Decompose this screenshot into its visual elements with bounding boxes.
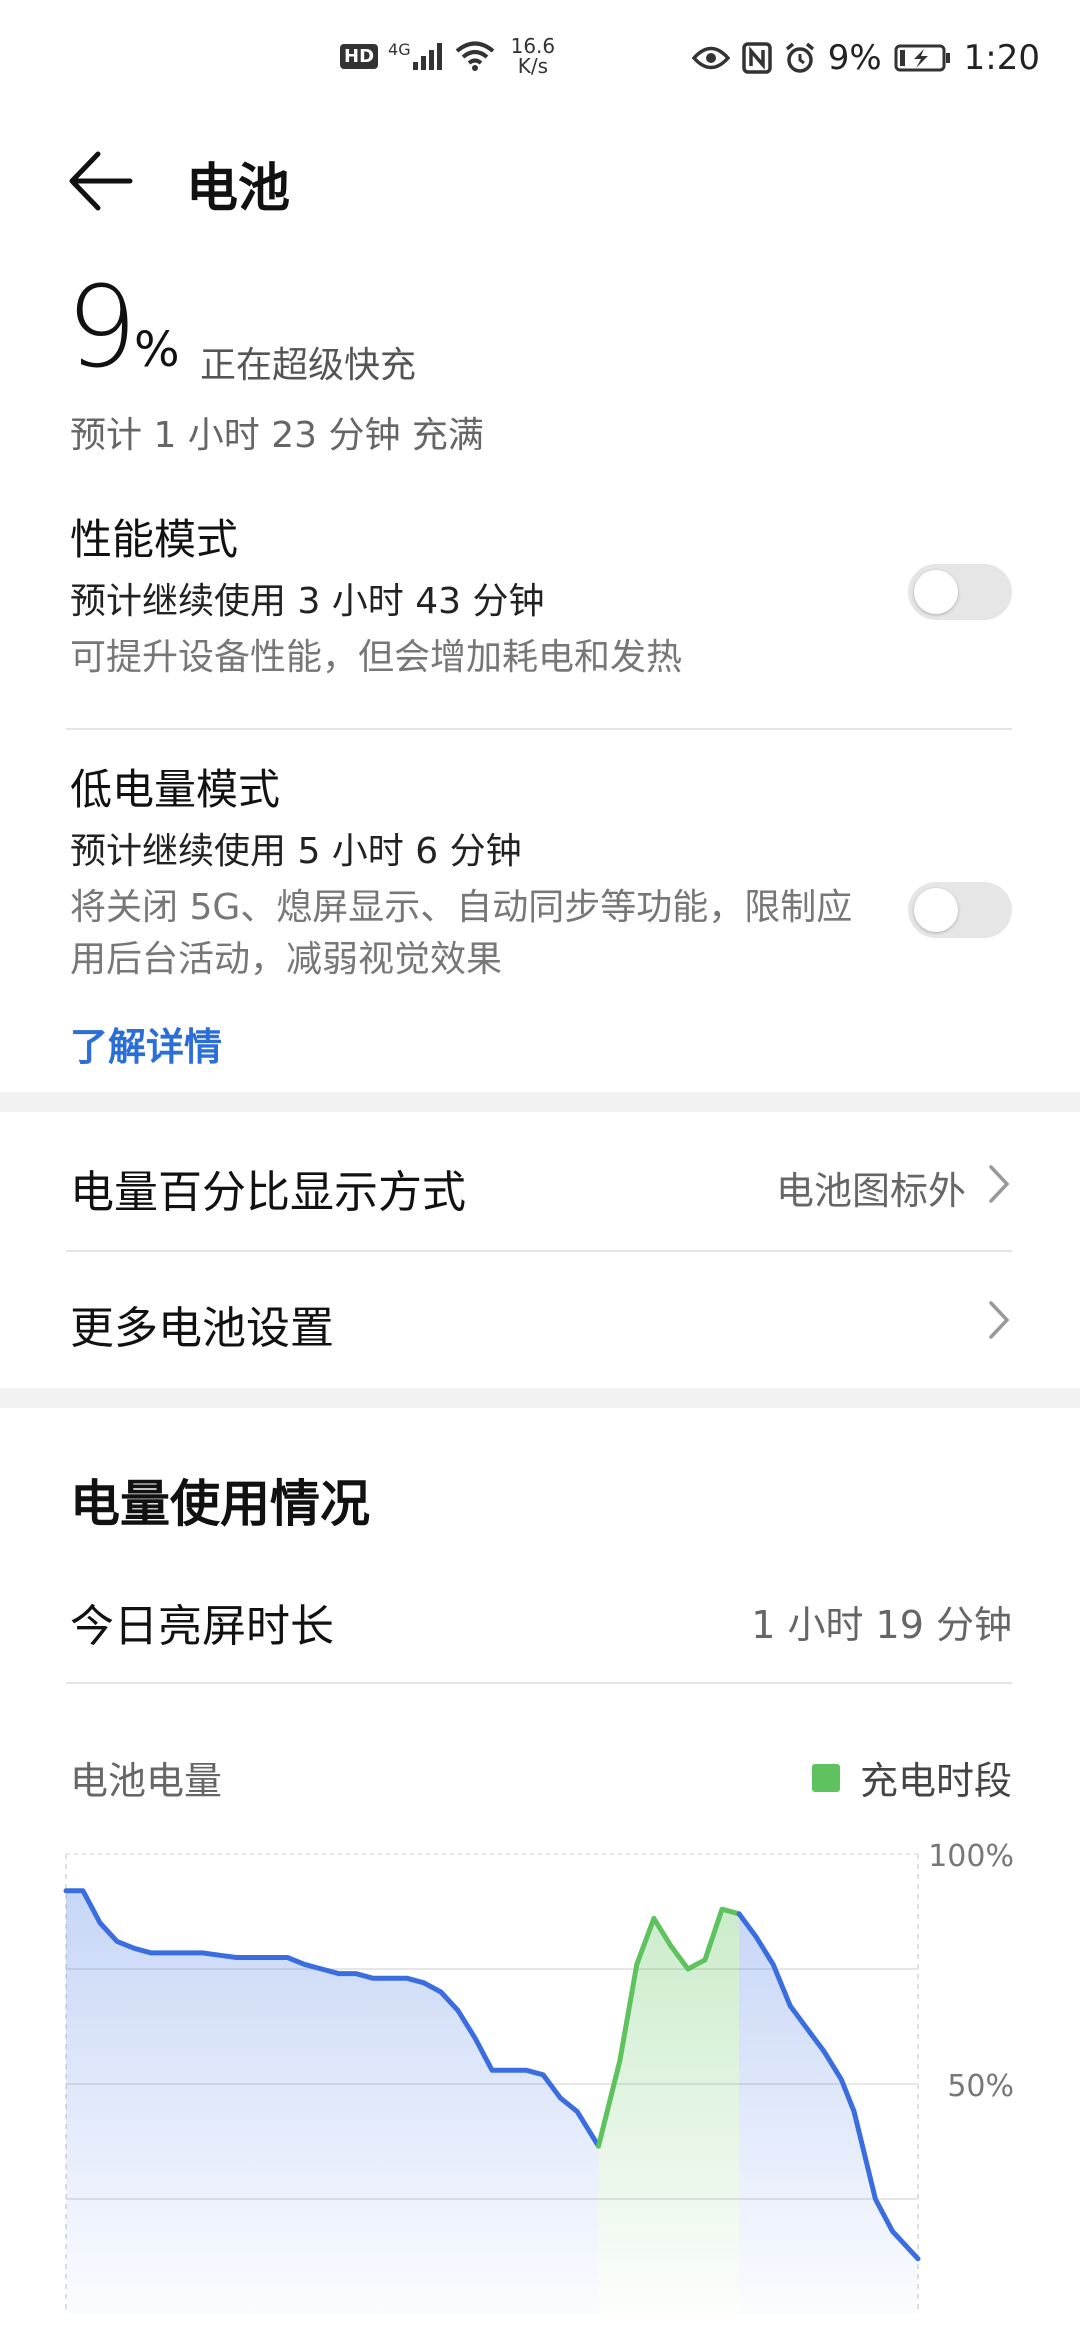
usage-section-title: 电量使用情况 [70, 1475, 370, 1533]
status-bar-right: 9% 1:20 [691, 38, 1040, 78]
alarm-icon [784, 42, 816, 74]
hd-badge: HD [340, 43, 379, 69]
charging-state: 正在超级快充 [200, 345, 417, 386]
battery-level-chart: 100% 50% [63, 1839, 1014, 2314]
low-power-mode-toggle[interactable] [908, 882, 1012, 938]
toggle-knob [914, 570, 958, 614]
performance-mode-remaining: 预计继续使用 3 小时 43 分钟 [70, 581, 545, 622]
performance-mode-description: 可提升设备性能，但会增加耗电和发热 [70, 637, 683, 678]
legend-label-charging: 充电时段 [859, 1759, 1012, 1803]
nfc-icon [741, 42, 772, 74]
percent-display-value: 电池图标外 [775, 1169, 966, 1213]
page-title: 电池 [186, 159, 291, 219]
low-power-mode-remaining: 预计继续使用 5 小时 6 分钟 [70, 831, 522, 872]
chart-area-discharge [66, 1890, 599, 2314]
performance-mode-toggle[interactable] [908, 564, 1012, 620]
chevron-right-icon [989, 1165, 1010, 1203]
status-battery-percent: 9% [827, 38, 882, 78]
chart-y-tick-label: 100% [928, 1839, 1014, 1874]
performance-mode-title: 性能模式 [70, 515, 239, 564]
toggle-knob [914, 888, 958, 932]
chart-y-tick-label: 50% [947, 2069, 1014, 2104]
full-charge-estimate: 预计 1 小时 23 分钟 充满 [70, 415, 484, 456]
low-power-mode-title: 低电量模式 [70, 765, 281, 814]
battery-level: 9 [66, 263, 138, 393]
status-bar: HD 4G 16.6 K/s 9% 1:20 [0, 0, 1080, 120]
section-gap [0, 1388, 1080, 1408]
screen-time-value: 1 小时 19 分钟 [751, 1603, 1012, 1647]
battery-charging-icon [894, 43, 952, 73]
section-gap [0, 1092, 1080, 1112]
status-bar-network: HD 4G 16.6 K/s [340, 36, 555, 76]
back-button[interactable] [66, 146, 136, 216]
legend-swatch-charging [811, 1763, 840, 1792]
low-power-mode-description: 将关闭 5G、熄屏显示、自动同步等功能，限制应用后台活动，减弱视觉效果 [70, 887, 853, 980]
wifi-icon [455, 40, 495, 72]
percent-display-label: 电量百分比显示方式 [70, 1167, 466, 1218]
screen-time-label: 今日亮屏时长 [70, 1601, 334, 1652]
chart-area-discharge [739, 1913, 918, 2314]
chevron-right-icon [989, 1301, 1010, 1339]
signal-icon: 4G [388, 40, 445, 72]
back-arrow-icon [69, 151, 133, 211]
eye-icon [691, 45, 730, 71]
divider [66, 1250, 1012, 1252]
battery-percent-sign: % [134, 322, 180, 378]
divider [66, 1682, 1012, 1684]
more-battery-settings-label: 更多电池设置 [70, 1303, 334, 1354]
network-speed: 16.6 K/s [510, 34, 556, 78]
divider [66, 728, 1012, 730]
status-time: 1:20 [963, 38, 1040, 78]
chart-legend: 充电时段 [811, 1750, 1012, 1805]
learn-more-link[interactable]: 了解详情 [70, 1016, 222, 1071]
chart-label: 电池电量 [70, 1759, 223, 1803]
